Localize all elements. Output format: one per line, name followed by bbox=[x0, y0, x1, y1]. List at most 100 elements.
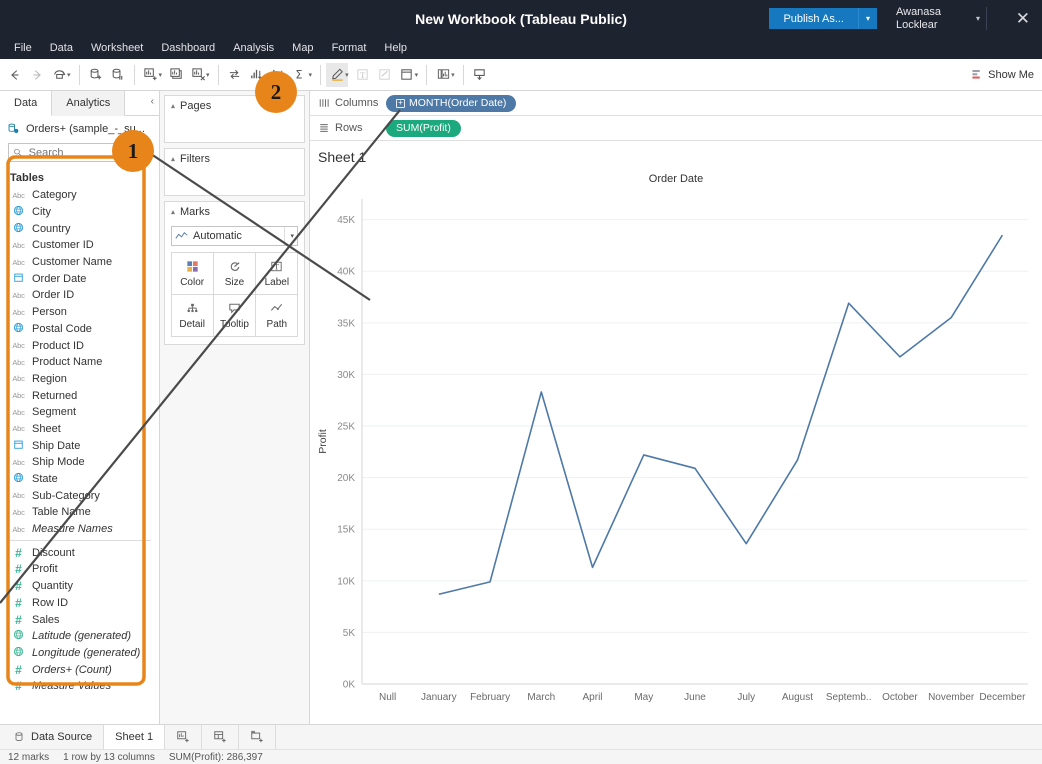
expand-date-icon[interactable]: + bbox=[396, 98, 405, 108]
field-row-customer-name[interactable]: Abc Customer Name bbox=[0, 254, 159, 271]
new-dashboard-button[interactable] bbox=[202, 725, 240, 749]
marks-type-dropdown[interactable]: Automatic ▾ bbox=[171, 226, 298, 246]
field-row-longitude-generated[interactable]: Longitude (generated) bbox=[0, 645, 159, 662]
field-row-order-date[interactable]: Order Date bbox=[0, 270, 159, 287]
new-story-button[interactable] bbox=[239, 725, 277, 749]
chart-line-sum-profit[interactable] bbox=[438, 234, 1004, 596]
publish-as-button[interactable]: Publish As... bbox=[769, 8, 858, 29]
pill-month-order-date[interactable]: + MONTH(Order Date) bbox=[386, 94, 517, 112]
field-label: Order ID bbox=[32, 289, 75, 302]
field-row-sub-category[interactable]: Abc Sub-Category bbox=[0, 487, 159, 504]
geo-generated-field-icon bbox=[12, 629, 25, 643]
field-row-city[interactable]: City bbox=[0, 204, 159, 221]
format-icon[interactable] bbox=[374, 63, 396, 87]
field-row-category[interactable]: Abc Category bbox=[0, 187, 159, 204]
menu-item-data[interactable]: Data bbox=[42, 39, 81, 57]
worksheet-title[interactable]: Sheet 1 bbox=[310, 141, 1042, 167]
tab-sheet-1[interactable]: Sheet 1 bbox=[104, 725, 166, 749]
field-row-measure-names[interactable]: Abc Measure Names bbox=[0, 521, 159, 538]
field-row-sheet[interactable]: Abc Sheet bbox=[0, 421, 159, 438]
field-row-postal-code[interactable]: Postal Code bbox=[0, 321, 159, 338]
chevron-down-icon[interactable]: ▾ bbox=[284, 227, 294, 245]
back-arrow-icon[interactable] bbox=[4, 63, 26, 87]
download-icon[interactable] bbox=[469, 63, 491, 87]
marks-card-header[interactable]: ▾ Marks bbox=[165, 202, 304, 222]
field-row-customer-id[interactable]: Abc Customer ID bbox=[0, 237, 159, 254]
visualization-area[interactable]: Order Date 0K 5K 10K 15K 20K 25K 30K 35K 40K 45K P… bbox=[310, 167, 1042, 724]
field-row-order-id[interactable]: Abc Order ID bbox=[0, 287, 159, 304]
fit-caret[interactable]: ▾ bbox=[415, 71, 422, 79]
field-row-segment[interactable]: Abc Segment bbox=[0, 404, 159, 421]
duplicate-sheet-icon[interactable] bbox=[165, 63, 187, 87]
pages-card-title: Pages bbox=[180, 100, 212, 112]
presentation-caret[interactable]: ▾ bbox=[451, 71, 458, 79]
menu-item-help[interactable]: Help bbox=[376, 39, 415, 57]
close-icon[interactable]: ✕ bbox=[1016, 10, 1030, 27]
field-label: Region bbox=[32, 372, 67, 385]
clear-sheet-caret[interactable]: ▾ bbox=[206, 71, 213, 79]
collapse-pane-icon[interactable]: ‹ bbox=[151, 96, 154, 107]
menu-item-map[interactable]: Map bbox=[284, 39, 321, 57]
label-button[interactable]: T Label bbox=[255, 251, 299, 295]
menu-item-analysis[interactable]: Analysis bbox=[225, 39, 282, 57]
field-label: Quantity bbox=[32, 580, 73, 593]
user-account[interactable]: Awanasa Locklear ▾ bbox=[896, 6, 980, 32]
field-row-profit[interactable]: # Profit bbox=[0, 561, 159, 578]
field-row-product-id[interactable]: Abc Product ID bbox=[0, 337, 159, 354]
field-row-returned[interactable]: Abc Returned bbox=[0, 387, 159, 404]
text-field-icon: Abc bbox=[12, 341, 25, 351]
forward-arrow-icon[interactable] bbox=[26, 63, 48, 87]
tooltip-button[interactable]: Tooltip bbox=[212, 293, 257, 337]
field-row-sales[interactable]: # Sales bbox=[0, 611, 159, 628]
labels-icon[interactable]: T bbox=[352, 63, 374, 87]
field-row-discount[interactable]: # Discount bbox=[0, 544, 159, 561]
field-row-orders-count[interactable]: # Orders+ (Count) bbox=[0, 661, 159, 678]
field-row-region[interactable]: Abc Region bbox=[0, 371, 159, 388]
publish-as-dropdown-caret[interactable]: ▾ bbox=[858, 8, 877, 29]
field-row-latitude-generated[interactable]: Latitude (generated) bbox=[0, 628, 159, 645]
line-chart[interactable]: 0K 5K 10K 15K 20K 25K 30K 35K 40K 45K Profit Null Ja… bbox=[310, 167, 1042, 722]
menu-item-file[interactable]: File bbox=[6, 39, 40, 57]
menu-item-format[interactable]: Format bbox=[324, 39, 375, 57]
menu-item-dashboard[interactable]: Dashboard bbox=[153, 39, 223, 57]
totals-caret[interactable]: ▾ bbox=[309, 71, 316, 79]
marks-type-label: Automatic bbox=[193, 230, 242, 242]
filters-card-body[interactable] bbox=[165, 169, 304, 195]
field-label: State bbox=[32, 473, 58, 486]
menu-item-worksheet[interactable]: Worksheet bbox=[83, 39, 151, 57]
field-row-person[interactable]: Abc Person bbox=[0, 304, 159, 321]
field-row-row-id[interactable]: # Row ID bbox=[0, 595, 159, 612]
pill-sum-profit-label: SUM(Profit) bbox=[396, 122, 451, 134]
field-row-country[interactable]: Country bbox=[0, 220, 159, 237]
color-button[interactable]: Color bbox=[170, 251, 214, 295]
field-row-ship-mode[interactable]: Abc Ship Mode bbox=[0, 454, 159, 471]
y-axis-tick-label: 45K bbox=[337, 215, 355, 226]
field-row-ship-date[interactable]: Ship Date bbox=[0, 437, 159, 454]
swap-rows-columns-icon[interactable] bbox=[224, 63, 246, 87]
text-field-icon: Abc bbox=[12, 507, 25, 517]
undo-redo-caret[interactable]: ▾ bbox=[67, 71, 74, 79]
pages-card-body[interactable] bbox=[165, 116, 304, 142]
chevron-down-icon[interactable]: ▾ bbox=[976, 14, 980, 23]
field-row-table-name[interactable]: Abc Table Name bbox=[0, 504, 159, 521]
field-row-quantity[interactable]: # Quantity bbox=[0, 578, 159, 595]
field-row-state[interactable]: State bbox=[0, 471, 159, 488]
columns-shelf-drop[interactable]: + MONTH(Order Date) bbox=[382, 91, 1042, 115]
size-button[interactable]: Size bbox=[212, 251, 257, 295]
tab-data[interactable]: Data bbox=[0, 91, 53, 116]
detail-button[interactable]: Detail bbox=[170, 293, 214, 337]
new-data-source-icon[interactable] bbox=[85, 63, 107, 87]
new-worksheet-button[interactable] bbox=[165, 725, 203, 749]
show-me-button[interactable]: Show Me bbox=[970, 68, 1034, 81]
field-row-product-name[interactable]: Abc Product Name bbox=[0, 354, 159, 371]
pill-sum-profit[interactable]: SUM(Profit) bbox=[386, 119, 461, 137]
path-button[interactable]: Path bbox=[255, 293, 299, 337]
text-field-icon: Abc bbox=[12, 407, 25, 417]
rows-shelf-drop[interactable]: SUM(Profit) bbox=[382, 116, 1042, 140]
field-row-measure-values[interactable]: # Measure Values bbox=[0, 678, 159, 695]
divider bbox=[986, 7, 987, 30]
filters-card-header[interactable]: ▾ Filters bbox=[165, 149, 304, 169]
tab-analytics[interactable]: Analytics bbox=[52, 91, 126, 116]
tab-data-source[interactable]: Data Source bbox=[0, 725, 105, 749]
pause-data-source-icon[interactable] bbox=[107, 63, 129, 87]
